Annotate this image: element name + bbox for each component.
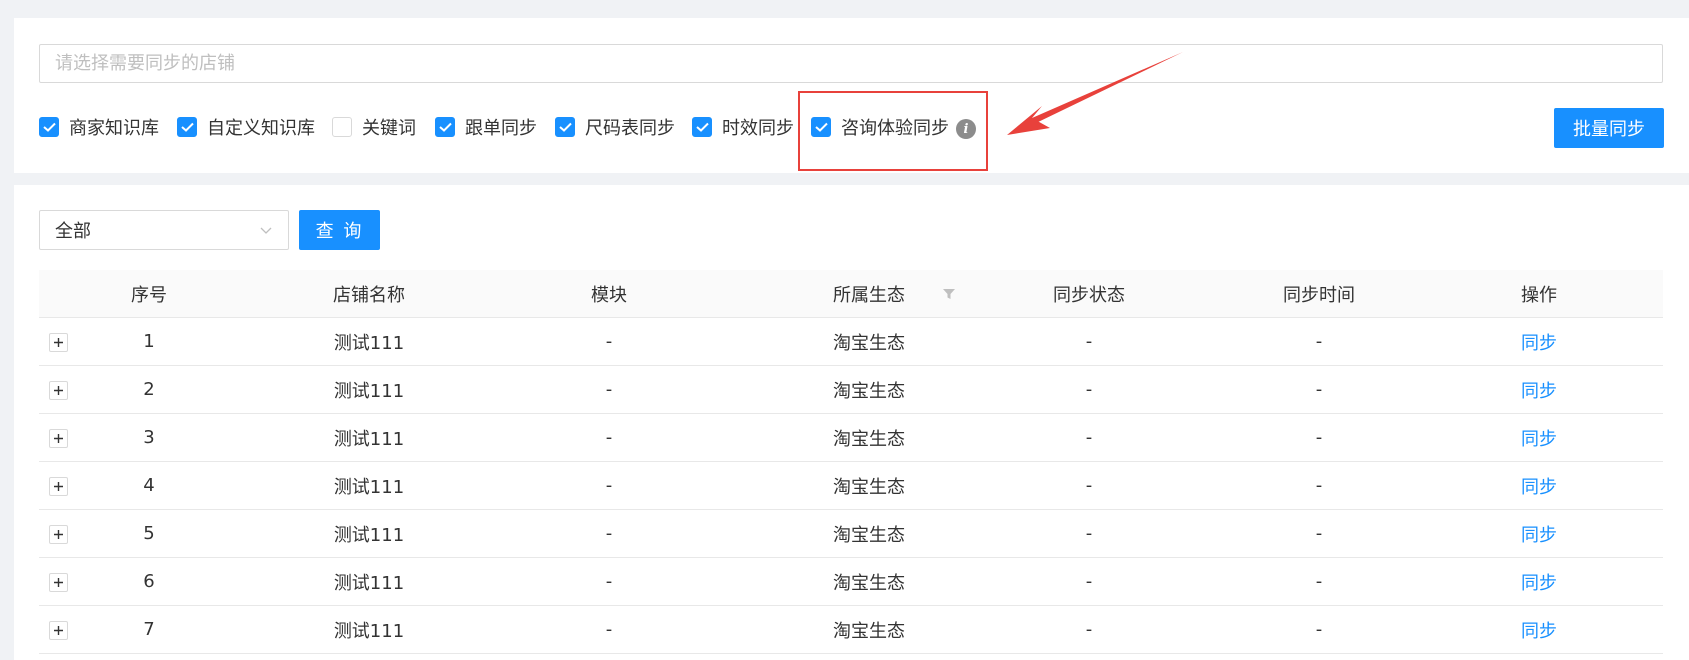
- cell-ecosystem: 淘宝生态: [833, 428, 905, 450]
- cell-sync-status: -: [1085, 619, 1093, 640]
- checkbox-timeliness-sync[interactable]: 时效同步: [692, 115, 794, 139]
- cell-sync-time: -: [1315, 379, 1323, 400]
- sync-link[interactable]: 同步: [1479, 318, 1599, 365]
- cell-module: -: [605, 331, 613, 352]
- cell-module: -: [605, 571, 613, 592]
- cell-ecosystem: 淘宝生态: [833, 572, 905, 594]
- checkbox-box[interactable]: [177, 117, 197, 137]
- sync-link[interactable]: 同步: [1479, 366, 1599, 413]
- cell-ecosystem: 淘宝生态: [833, 524, 905, 546]
- cell-ecosystem: 淘宝生态: [833, 332, 905, 354]
- sync-table: 序号 店铺名称 模块 所属生态 同步状态 同步时间 操作 1 测试111 - 淘宝生态…: [39, 270, 1663, 654]
- filter-icon[interactable]: [939, 270, 959, 317]
- cell-module: -: [605, 475, 613, 496]
- cell-seq: 4: [143, 475, 155, 496]
- cell-sync-status: -: [1085, 427, 1093, 448]
- table-row: 7 测试111 - 淘宝生态 - - 同步: [39, 606, 1663, 654]
- sync-link[interactable]: 同步: [1479, 462, 1599, 509]
- expand-row-icon[interactable]: [49, 621, 68, 640]
- table-row: 3 测试111 - 淘宝生态 - - 同步: [39, 414, 1663, 462]
- checkbox-label: 自定义知识库: [207, 118, 315, 139]
- column-header-time: 同步时间: [1283, 284, 1355, 306]
- cell-seq: 6: [143, 571, 155, 592]
- cell-ecosystem: 淘宝生态: [833, 380, 905, 402]
- checkbox-box[interactable]: [555, 117, 575, 137]
- table-row: 6 测试111 - 淘宝生态 - - 同步: [39, 558, 1663, 606]
- cell-module: -: [605, 379, 613, 400]
- chevron-down-icon: [260, 227, 272, 234]
- cell-shop-name: 测试111: [333, 332, 405, 354]
- cell-sync-time: -: [1315, 475, 1323, 496]
- checkbox-merchant-knowledge[interactable]: 商家知识库: [39, 115, 159, 139]
- cell-seq: 1: [143, 331, 155, 352]
- table-body: 1 测试111 - 淘宝生态 - - 同步 2 测试111 - 淘宝生态 - - 同步 3 测试111 - 淘宝生…: [39, 318, 1663, 654]
- cell-sync-time: -: [1315, 619, 1323, 640]
- cell-seq: 7: [143, 619, 155, 640]
- checkbox-box[interactable]: [435, 117, 455, 137]
- shop-select-input[interactable]: [39, 44, 1663, 83]
- expand-row-icon[interactable]: [49, 573, 68, 592]
- annotation-highlight-box: [798, 91, 988, 171]
- cell-sync-status: -: [1085, 571, 1093, 592]
- cell-module: -: [605, 523, 613, 544]
- checkbox-label: 关键词: [362, 118, 416, 139]
- expand-row-icon[interactable]: [49, 381, 68, 400]
- select-value: 全部: [55, 221, 91, 242]
- cell-sync-status: -: [1085, 523, 1093, 544]
- cell-sync-time: -: [1315, 427, 1323, 448]
- cell-sync-time: -: [1315, 523, 1323, 544]
- cell-sync-status: -: [1085, 331, 1093, 352]
- cell-sync-time: -: [1315, 331, 1323, 352]
- column-header-status: 同步状态: [1053, 284, 1125, 306]
- cell-sync-status: -: [1085, 475, 1093, 496]
- expand-row-icon[interactable]: [49, 429, 68, 448]
- cell-shop-name: 测试111: [333, 620, 405, 642]
- table-row: 5 测试111 - 淘宝生态 - - 同步: [39, 510, 1663, 558]
- checkbox-keywords[interactable]: 关键词: [332, 115, 416, 139]
- cell-module: -: [605, 619, 613, 640]
- cell-shop-name: 测试111: [333, 524, 405, 546]
- checkbox-label: 跟单同步: [465, 118, 537, 139]
- checkbox-size-chart-sync[interactable]: 尺码表同步: [555, 115, 675, 139]
- cell-ecosystem: 淘宝生态: [833, 476, 905, 498]
- cell-shop-name: 测试111: [333, 428, 405, 450]
- column-header-action: 操作: [1521, 284, 1557, 306]
- expand-row-icon[interactable]: [49, 525, 68, 544]
- checkbox-box[interactable]: [692, 117, 712, 137]
- column-header-seq: 序号: [131, 284, 167, 306]
- annotation-arrow-icon: [1007, 52, 1183, 135]
- table-row: 4 测试111 - 淘宝生态 - - 同步: [39, 462, 1663, 510]
- checkbox-label: 时效同步: [722, 118, 794, 139]
- sync-link[interactable]: 同步: [1479, 558, 1599, 605]
- cell-module: -: [605, 427, 613, 448]
- cell-shop-name: 测试111: [333, 380, 405, 402]
- sync-link[interactable]: 同步: [1479, 606, 1599, 653]
- checkbox-box[interactable]: [39, 117, 59, 137]
- checkbox-box[interactable]: [332, 117, 352, 137]
- checkbox-custom-knowledge[interactable]: 自定义知识库: [177, 115, 315, 139]
- table-header: 序号 店铺名称 模块 所属生态 同步状态 同步时间 操作: [39, 270, 1663, 318]
- checkbox-order-follow-sync[interactable]: 跟单同步: [435, 115, 537, 139]
- checkbox-label: 尺码表同步: [585, 118, 675, 139]
- table-row: 1 测试111 - 淘宝生态 - - 同步: [39, 318, 1663, 366]
- expand-row-icon[interactable]: [49, 477, 68, 496]
- cell-ecosystem: 淘宝生态: [833, 620, 905, 642]
- query-button[interactable]: 查 询: [299, 210, 380, 250]
- cell-shop-name: 测试111: [333, 476, 405, 498]
- cell-seq: 3: [143, 427, 155, 448]
- batch-sync-button[interactable]: 批量同步: [1554, 108, 1664, 148]
- cell-seq: 5: [143, 523, 155, 544]
- ecosystem-filter-select[interactable]: 全部: [39, 210, 289, 250]
- cell-sync-time: -: [1315, 571, 1323, 592]
- sync-link[interactable]: 同步: [1479, 414, 1599, 461]
- sync-link[interactable]: 同步: [1479, 510, 1599, 557]
- table-row: 2 测试111 - 淘宝生态 - - 同步: [39, 366, 1663, 414]
- checkbox-label: 商家知识库: [69, 118, 159, 139]
- column-header-shop: 店铺名称: [333, 284, 405, 306]
- cell-shop-name: 测试111: [333, 572, 405, 594]
- expand-row-icon[interactable]: [49, 333, 68, 352]
- cell-seq: 2: [143, 379, 155, 400]
- column-header-module: 模块: [591, 284, 627, 306]
- cell-sync-status: -: [1085, 379, 1093, 400]
